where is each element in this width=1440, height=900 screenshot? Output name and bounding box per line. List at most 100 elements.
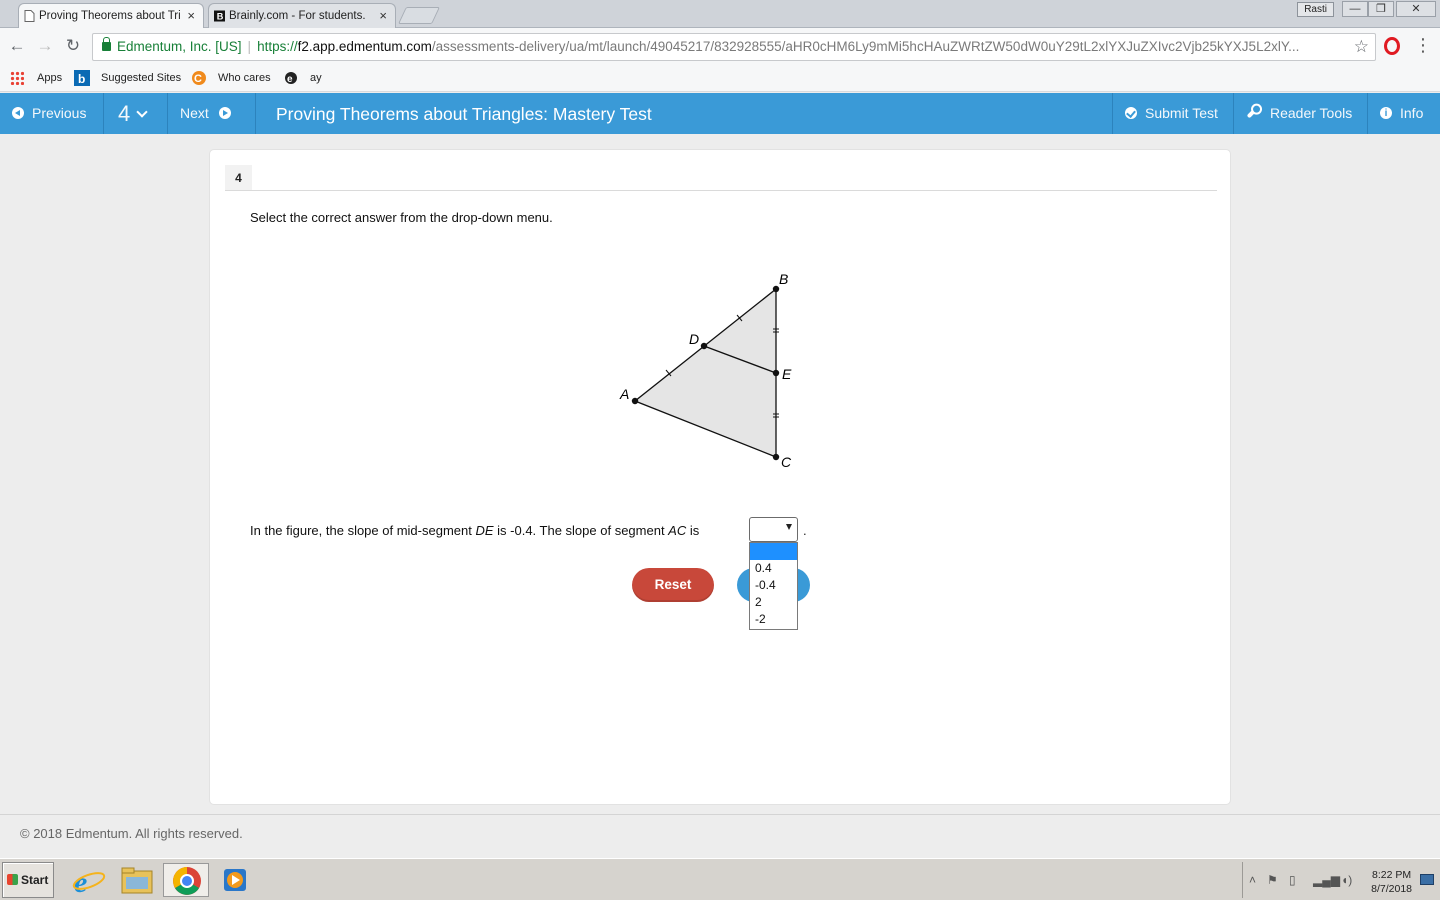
tab-edmentum[interactable]: Proving Theorems about Tri × — [18, 3, 204, 28]
dropdown-option[interactable]: 2 — [750, 594, 797, 611]
reader-tools-label: Reader Tools — [1270, 105, 1353, 121]
media-player-icon[interactable] — [212, 863, 258, 897]
lock-icon — [102, 37, 111, 51]
info-icon — [1380, 93, 1392, 134]
info-label: Info — [1400, 105, 1424, 121]
tab-title: Brainly.com - For students. — [229, 10, 366, 22]
apps-grid-icon[interactable] — [10, 71, 24, 85]
svg-text:e: e — [287, 74, 293, 85]
bing-icon: b — [74, 70, 90, 86]
back-icon[interactable]: ← — [7, 36, 27, 56]
url-host: f2.app.edmentum.com — [297, 39, 432, 54]
label-a: A — [619, 386, 629, 402]
copyright-footer: © 2018 Edmentum. All rights reserved. — [20, 826, 243, 841]
tab-title: Proving Theorems about Tri — [39, 10, 181, 22]
volume-icon[interactable]: ◖) — [1341, 873, 1352, 887]
page-icon — [24, 10, 35, 22]
question-text-part: is -0.4. The slope of segment — [493, 523, 669, 538]
question-instruction: Select the correct answer from the drop-… — [250, 210, 553, 225]
forward-icon[interactable]: → — [35, 36, 55, 56]
dropdown-option-blank[interactable] — [750, 543, 797, 560]
address-bar[interactable]: Edmentum, Inc. [US] | https://f2.app.edmen… — [92, 33, 1376, 61]
url-scheme: https:// — [257, 39, 298, 54]
close-tab-icon[interactable]: × — [379, 4, 387, 28]
reset-button[interactable]: Reset — [632, 568, 714, 602]
question-number-badge: 4 — [225, 165, 252, 191]
browser-tab-strip: Proving Theorems about Tri × B Brainly.c… — [0, 0, 1440, 28]
browser-menu-icon[interactable]: ⋮ — [1414, 34, 1432, 56]
test-header: Previous 4 Next Proving Theorems about T… — [0, 93, 1440, 134]
taskbar-clock[interactable]: 8:22 PM 8/7/2018 — [1371, 868, 1412, 896]
info-button[interactable]: Info — [1368, 93, 1440, 134]
restore-button[interactable]: ❐ — [1368, 1, 1394, 17]
triangle-figure: A B C D E — [619, 271, 792, 470]
system-tray: ˄ ⚑ ▯ ▂▄▆ ◖) 8:22 PM 8/7/2018 — [1242, 862, 1440, 898]
next-circle-icon — [218, 107, 231, 119]
answer-select[interactable] — [749, 517, 798, 542]
browser-toolbar: ← → ↻ Edmentum, Inc. [US] | https://f2.app… — [0, 28, 1440, 66]
bookmark-ay[interactable]: ay — [310, 71, 322, 86]
question-number-dropdown[interactable]: 4 — [104, 93, 168, 134]
previous-label: Previous — [32, 105, 87, 121]
network-icon[interactable]: ▂▄▆ — [1313, 873, 1340, 887]
opera-extension-icon[interactable] — [1384, 37, 1400, 55]
power-icon[interactable]: ▯ — [1289, 873, 1296, 887]
who-cares-icon: C — [192, 71, 206, 85]
previous-circle-icon — [12, 107, 24, 119]
dropdown-arrow-icon — [786, 524, 792, 530]
question-text: In the figure, the slope of mid-segment … — [250, 523, 699, 538]
svg-text:C: C — [194, 73, 202, 85]
triangle-abc — [633, 287, 777, 458]
footer-divider — [0, 814, 1440, 815]
next-label: Next — [180, 105, 209, 121]
bookmark-suggested-sites[interactable]: Suggested Sites — [101, 71, 181, 86]
action-center-flag-icon[interactable]: ⚑ — [1267, 873, 1278, 887]
clock-date: 8/7/2018 — [1371, 883, 1412, 895]
label-c: C — [781, 454, 792, 470]
answer-dropdown-list: 0.4 -0.4 2 -2 — [749, 542, 798, 630]
site-identity: Edmentum, Inc. [US] — [117, 39, 242, 54]
dropdown-option[interactable]: -0.4 — [750, 577, 797, 594]
show-desktop-icon[interactable] — [1420, 874, 1434, 885]
ay-icon: e — [285, 72, 297, 85]
point-c — [772, 453, 780, 461]
bookmark-who-cares[interactable]: Who cares — [218, 71, 271, 86]
start-button[interactable]: Start — [2, 862, 54, 898]
sentence-period: . — [803, 523, 807, 538]
label-e: E — [782, 366, 792, 382]
label-d: D — [689, 331, 699, 347]
wrench-icon — [1246, 105, 1260, 119]
show-hidden-icons[interactable]: ˄ — [1249, 873, 1256, 887]
label-b: B — [779, 271, 788, 287]
close-window-button[interactable]: ✕ — [1396, 1, 1436, 17]
dropdown-option[interactable]: -2 — [750, 611, 797, 628]
profile-button[interactable]: Rasti — [1297, 2, 1334, 17]
internet-explorer-icon[interactable]: e — [66, 863, 112, 899]
close-tab-icon[interactable]: × — [187, 4, 195, 28]
file-explorer-icon[interactable] — [114, 863, 160, 897]
submit-test-button[interactable]: Submit Test — [1112, 93, 1234, 134]
test-title: Proving Theorems about Triangles: Master… — [276, 104, 652, 124]
chrome-taskbar-icon[interactable] — [163, 863, 209, 897]
submit-test-label: Submit Test — [1145, 105, 1218, 121]
svg-text:b: b — [78, 72, 85, 86]
minimize-button[interactable]: — — [1342, 1, 1368, 17]
clock-time: 8:22 PM — [1372, 869, 1412, 881]
chevron-down-icon — [136, 106, 148, 118]
segment-label-de: DE — [475, 523, 494, 538]
tab-brainly[interactable]: B Brainly.com - For students. × — [208, 3, 396, 28]
divider — [225, 190, 1217, 191]
reader-tools-button[interactable]: Reader Tools — [1234, 93, 1368, 134]
dropdown-option[interactable]: 0.4 — [750, 560, 797, 577]
point-a — [631, 397, 639, 405]
bookmarks-bar: Apps b Suggested Sites C Who cares e ay — [0, 66, 1440, 92]
bookmark-apps[interactable]: Apps — [37, 71, 62, 86]
point-d — [700, 342, 708, 350]
previous-button[interactable]: Previous — [0, 93, 104, 134]
reload-icon[interactable]: ↻ — [63, 36, 83, 56]
new-tab-button[interactable] — [398, 7, 440, 24]
check-circle-icon — [1125, 107, 1137, 119]
question-number: 4 — [118, 101, 131, 126]
next-button[interactable]: Next — [168, 93, 256, 134]
bookmark-star-icon[interactable]: ☆ — [1354, 34, 1369, 60]
